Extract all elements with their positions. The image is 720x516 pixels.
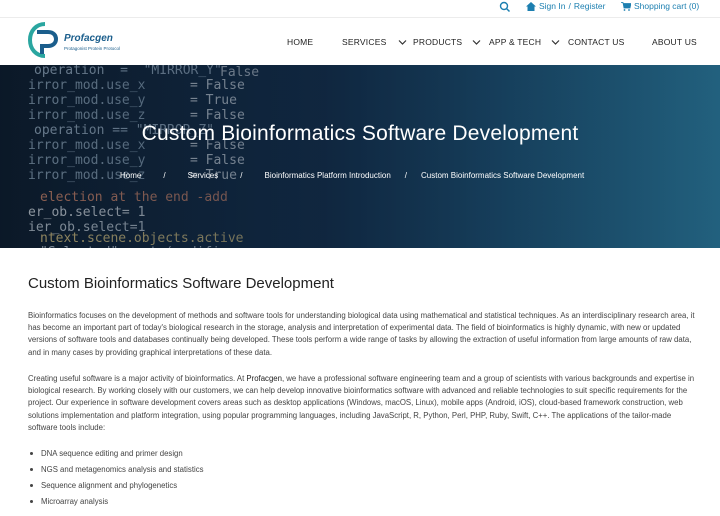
sign-in-link[interactable]: Sign In (539, 1, 565, 11)
account-links: Sign In / Register (526, 1, 606, 11)
list-item-text: Microarray analysis (41, 496, 109, 506)
nav-products[interactable]: PRODUCTS (413, 37, 481, 47)
chevron-down-icon (551, 39, 560, 45)
cart-icon (621, 1, 631, 11)
list-item: Microarray analysis (28, 493, 204, 509)
nav-contact[interactable]: CONTACT US (568, 37, 624, 47)
breadcrumb-separator: / (163, 171, 166, 180)
nav-services-label: SERVICES (342, 37, 387, 47)
chevron-down-icon (399, 39, 407, 45)
nav-about-label: ABOUT US (652, 37, 697, 47)
nav-home-label: HOME (287, 37, 314, 47)
hero-overlay (0, 65, 720, 248)
list-item-text: DNA sequence editing and primer design (41, 448, 183, 458)
nav-about[interactable]: ABOUT US (652, 37, 697, 47)
applications-list: DNA sequence editing and primer design N… (28, 445, 204, 509)
search-icon[interactable] (499, 0, 511, 13)
breadcrumb-separator: / (240, 171, 243, 180)
shopping-cart-link[interactable]: Shopping cart (0) (621, 1, 699, 11)
hero-banner: operation = "MIRROR_Y" False irror_mod.u… (0, 65, 720, 248)
bullet-icon (30, 483, 33, 487)
hero-title: Custom Bioinformatics Software Developme… (141, 122, 579, 145)
nav-home[interactable]: HOME (287, 37, 313, 47)
link-separator: / (568, 1, 571, 11)
breadcrumb-services[interactable]: Services (188, 171, 219, 180)
breadcrumb-home[interactable]: Home (120, 171, 141, 180)
breadcrumb-current: Custom Bioinformatics Software Developme… (421, 171, 585, 180)
site-header: Profacgen Protagonist Protein Protocol H… (0, 17, 720, 65)
utility-bar: Sign In / Register Shopping cart (0) (0, 0, 720, 16)
list-item: Sequence alignment and phylogenetics (28, 477, 204, 493)
main-nav: HOME SERVICES PRODUCTS APP & TECH CONTAC… (0, 18, 720, 66)
breadcrumb-platform-intro[interactable]: Bioinformatics Platform Introduction (265, 171, 391, 180)
cart-label: Shopping cart (0) (634, 1, 700, 11)
services-paragraph-start: Creating useful software is a major acti… (28, 374, 247, 383)
home-user-icon (526, 1, 536, 11)
nav-contact-label: CONTACT US (568, 37, 625, 47)
bullet-icon (30, 499, 33, 503)
nav-services[interactable]: SERVICES (342, 37, 407, 47)
list-item: NGS and metagenomics analysis and statis… (28, 461, 204, 477)
nav-products-label: PRODUCTS (413, 37, 463, 47)
nav-app-tech[interactable]: APP & TECH (489, 37, 560, 47)
list-item-text: Sequence alignment and phylogenetics (41, 480, 178, 490)
nav-app-tech-label: APP & TECH (489, 37, 542, 47)
breadcrumb: Home / Services / Bioinformatics Platfor… (120, 171, 584, 180)
register-link[interactable]: Register (574, 1, 606, 11)
bullet-icon (30, 467, 33, 471)
brand-mention: Profacgen (246, 374, 282, 383)
list-item-text: NGS and metagenomics analysis and statis… (41, 464, 204, 474)
bullet-icon (30, 451, 33, 455)
list-item: DNA sequence editing and primer design (28, 445, 204, 461)
services-paragraph: Creating useful software is a major acti… (28, 373, 698, 434)
breadcrumb-separator: / (404, 171, 408, 180)
chevron-down-icon (472, 39, 481, 45)
page-heading: Custom Bioinformatics Software Developme… (28, 275, 334, 292)
intro-paragraph: Bioinformatics focuses on the developmen… (28, 311, 695, 357)
